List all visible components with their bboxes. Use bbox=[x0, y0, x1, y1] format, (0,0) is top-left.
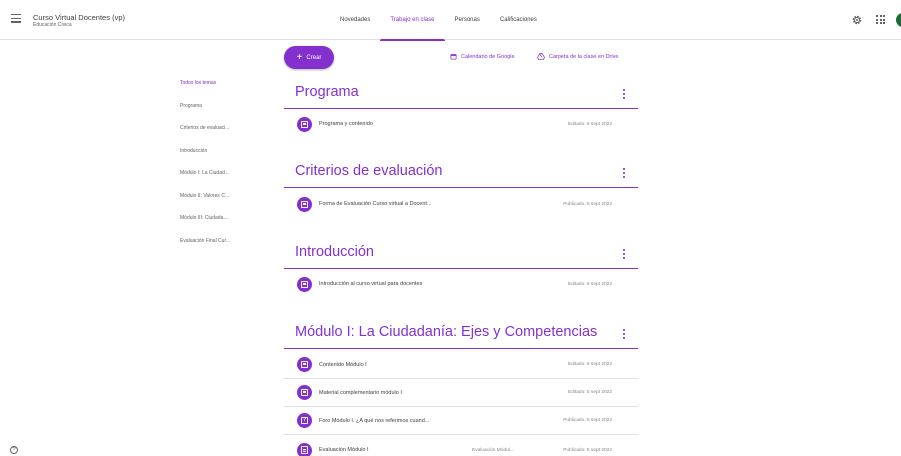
google-calendar-link[interactable]: Calendario de Google bbox=[450, 53, 515, 60]
topic-modulo-2[interactable]: Módulo II: Valores C... bbox=[180, 193, 230, 216]
main-menu-icon[interactable] bbox=[11, 14, 21, 23]
user-avatar[interactable] bbox=[896, 13, 901, 27]
material-icon bbox=[297, 276, 312, 292]
help-icon[interactable]: ? bbox=[10, 446, 18, 454]
topic-programa[interactable]: Programa bbox=[180, 103, 230, 126]
course-header[interactable]: Curso Virtual Docentes (vp) Educación Cí… bbox=[33, 13, 125, 29]
topic-introduccion[interactable]: Introducción bbox=[180, 148, 230, 171]
drive-link-label: Carpeta de la clase en Drive bbox=[549, 53, 619, 60]
material-icon bbox=[297, 196, 312, 212]
section-more-icon[interactable] bbox=[621, 329, 627, 339]
apps-grid-icon[interactable] bbox=[876, 15, 885, 24]
calendar-icon bbox=[450, 54, 457, 60]
item-extra: Evaluación Módul... bbox=[472, 447, 514, 453]
create-button-label: Crear bbox=[306, 54, 322, 61]
section-divider bbox=[284, 108, 638, 109]
material-icon bbox=[297, 116, 312, 132]
item-date: Editado: 5 sept 2022 bbox=[567, 390, 612, 395]
tab-personas[interactable]: Personas bbox=[445, 0, 490, 40]
topics-sidebar: Todos los temas Programa Criterios de ev… bbox=[180, 80, 230, 260]
calendar-link-label: Calendario de Google bbox=[461, 53, 515, 60]
list-item[interactable]: Contenido Módulo I Editado: 6 sept 2022 bbox=[284, 351, 638, 379]
section-more-icon[interactable] bbox=[621, 89, 627, 99]
item-date: Publicado: 5 sept 2022 bbox=[563, 201, 612, 207]
item-date: Publicado: 5 sept 2022 bbox=[563, 418, 612, 423]
top-bar: Curso Virtual Docentes (vp) Educación Cí… bbox=[0, 0, 901, 41]
topic-modulo-1[interactable]: Módulo I: La Ciudad... bbox=[180, 170, 230, 193]
section-title-modulo-1: Módulo I: La Ciudadanía: Ejes y Competen… bbox=[295, 324, 598, 340]
section-divider bbox=[284, 187, 638, 188]
topic-modulo-3[interactable]: Módulo III: Ciudada... bbox=[180, 215, 230, 238]
item-title: Forma de Evaluación Curso virtual a Doce… bbox=[319, 201, 432, 207]
plus-icon: + bbox=[296, 51, 303, 63]
section-title-programa: Programa bbox=[295, 84, 359, 100]
section-more-icon[interactable] bbox=[621, 249, 627, 259]
section-title-introduccion: Introducción bbox=[295, 244, 374, 260]
class-tabs: Novedades Trabajo en clase Personas Cali… bbox=[330, 0, 547, 41]
course-subtitle: Educación Cívica bbox=[33, 22, 72, 28]
item-title: Programa y contenido bbox=[319, 121, 373, 127]
list-item[interactable]: Programa y contenido Editado: 6 sept 202… bbox=[284, 110, 638, 138]
section-more-icon[interactable] bbox=[621, 168, 627, 178]
item-date: Editado: 6 sept 2022 bbox=[567, 121, 612, 127]
item-date: Publicado: 5 sept 2022 bbox=[563, 447, 612, 453]
section-title-criterios: Criterios de evaluación bbox=[295, 163, 443, 179]
item-title: Evaluación Módulo I bbox=[319, 447, 369, 453]
material-icon bbox=[297, 357, 312, 372]
list-item[interactable]: Introducción al curso virtual para docen… bbox=[284, 270, 638, 298]
question-icon: ? bbox=[297, 413, 312, 428]
assignment-icon bbox=[297, 442, 312, 456]
topic-evaluacion-final[interactable]: Evaluación Final Cur... bbox=[180, 238, 230, 261]
list-item[interactable]: Forma de Evaluación Curso virtual a Doce… bbox=[284, 190, 638, 218]
item-date: Editado: 6 sept 2022 bbox=[567, 281, 612, 287]
course-title[interactable]: Curso Virtual Docentes (vp) bbox=[33, 13, 125, 22]
item-title: Foro Módulo I. ¿A qué nos referimos cuan… bbox=[319, 417, 430, 424]
item-title: Contenido Módulo I bbox=[319, 361, 367, 368]
drive-folder-link[interactable]: Carpeta de la clase en Drive bbox=[537, 53, 618, 60]
tab-trabajo-en-clase[interactable]: Trabajo en clase bbox=[380, 0, 445, 41]
item-date: Editado: 6 sept 2022 bbox=[567, 362, 612, 367]
list-item[interactable]: ? Foro Módulo I. ¿A qué nos referimos cu… bbox=[284, 407, 638, 435]
topic-all[interactable]: Todos los temas bbox=[180, 80, 230, 103]
create-button[interactable]: + Crear bbox=[284, 46, 334, 69]
settings-gear-icon[interactable] bbox=[851, 14, 863, 26]
tab-calificaciones[interactable]: Calificaciones bbox=[490, 0, 547, 40]
section-divider bbox=[284, 268, 638, 269]
material-icon bbox=[297, 385, 312, 400]
item-title: Introducción al curso virtual para docen… bbox=[319, 281, 423, 287]
drive-icon bbox=[537, 53, 545, 60]
list-item[interactable]: Evaluación Módulo I Evaluación Módul... … bbox=[284, 436, 638, 456]
topic-criterios[interactable]: Criterios de evaluaci... bbox=[180, 125, 230, 148]
list-item[interactable]: Material complementario módulo I Editado… bbox=[284, 379, 638, 407]
tab-novedades[interactable]: Novedades bbox=[330, 0, 380, 40]
section-divider bbox=[284, 348, 638, 349]
item-title: Material complementario módulo I bbox=[319, 389, 402, 396]
